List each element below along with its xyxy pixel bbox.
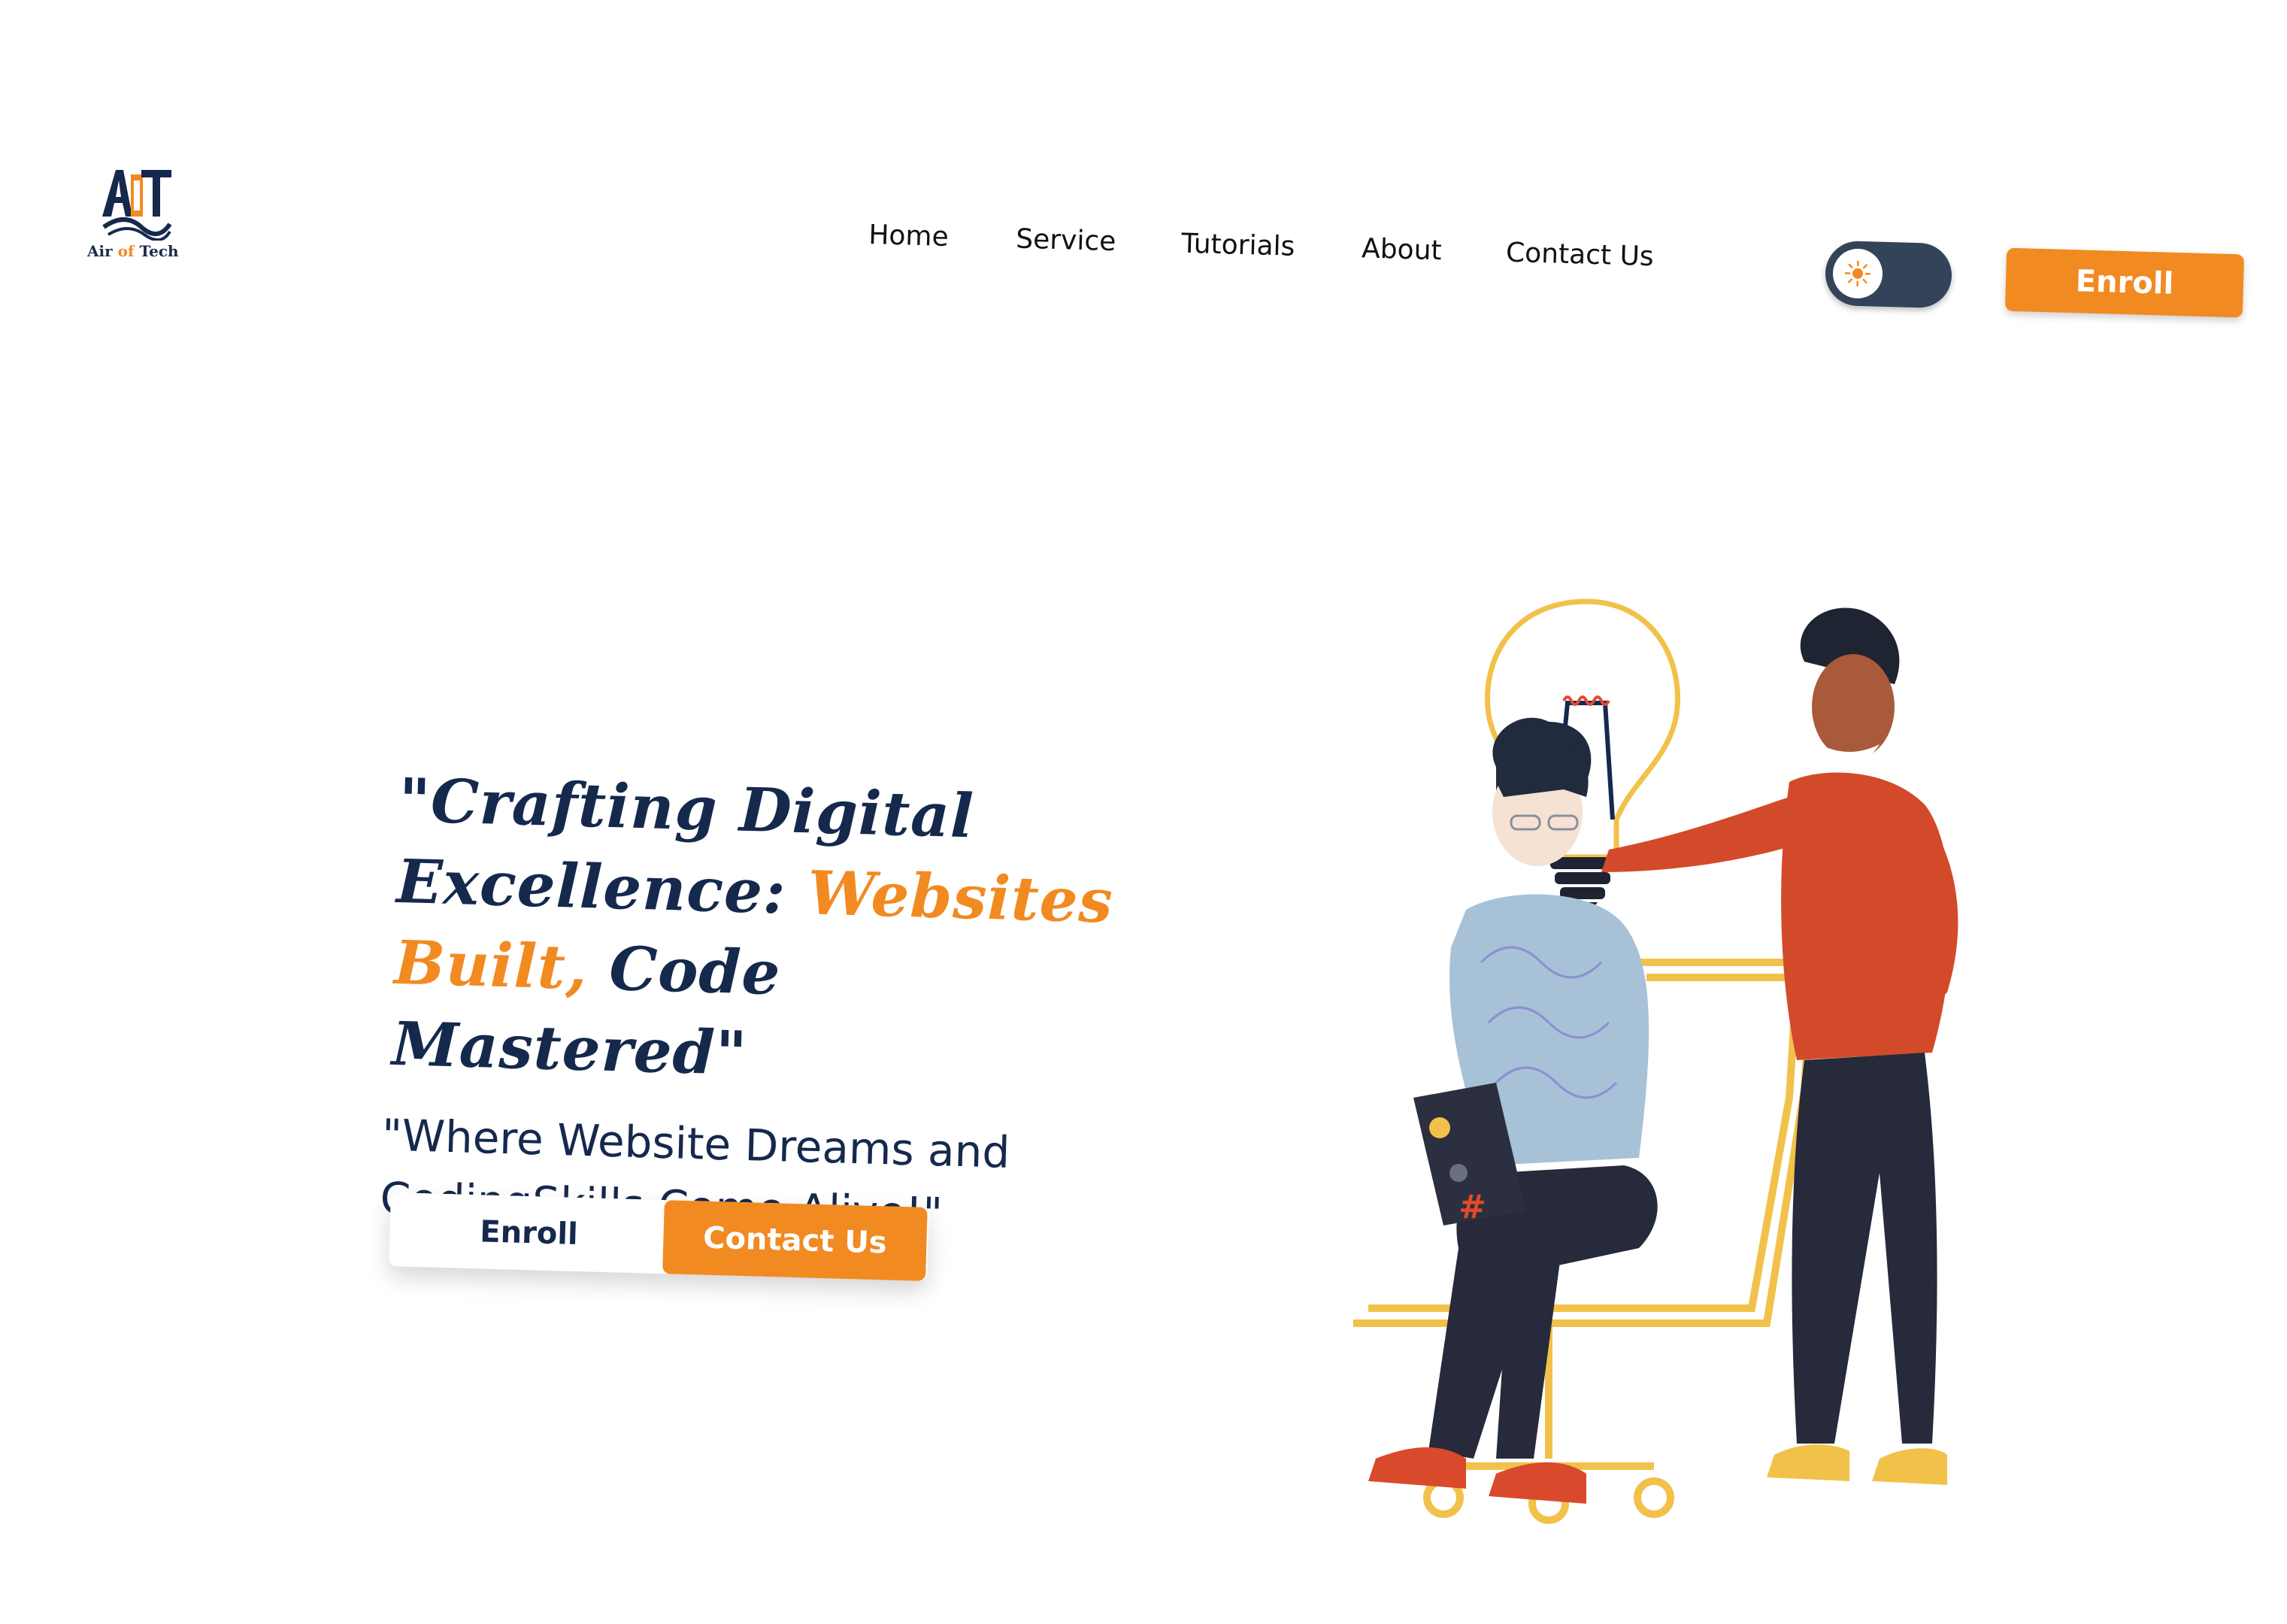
hero-headline: "Crafting Digital Excellence: Websites B… xyxy=(391,764,1115,1089)
brand-logo[interactable]: Air of Tech xyxy=(84,164,191,277)
theme-toggle-knob xyxy=(1832,247,1883,299)
nav-about[interactable]: About xyxy=(1362,233,1443,266)
main-nav: Home Service Tutorials About Contact Us xyxy=(867,220,1666,325)
aot-logo-icon xyxy=(102,170,172,241)
sun-icon xyxy=(1844,260,1871,287)
standing-man xyxy=(1601,607,1958,1485)
header-enroll-button[interactable]: Enroll xyxy=(2004,247,2245,318)
nav-tutorials[interactable]: Tutorials xyxy=(1181,229,1295,262)
hero-contact-button[interactable]: Contact Us xyxy=(662,1200,928,1281)
theme-toggle[interactable] xyxy=(1824,240,1953,309)
nav-home[interactable]: Home xyxy=(868,220,949,253)
hero-enroll-button[interactable]: Enroll xyxy=(389,1192,669,1274)
svg-text:#: # xyxy=(1459,1188,1486,1226)
hero-cta-group: Enroll Contact Us xyxy=(389,1192,929,1281)
hero-section: "Crafting Digital Excellence: Websites B… xyxy=(380,759,1122,1250)
brand-name: Air of Tech xyxy=(87,242,179,260)
nav-contact-us[interactable]: Contact Us xyxy=(1506,238,1655,272)
hero-illustration: # xyxy=(1353,598,1958,1524)
nav-service[interactable]: Service xyxy=(1016,223,1116,257)
